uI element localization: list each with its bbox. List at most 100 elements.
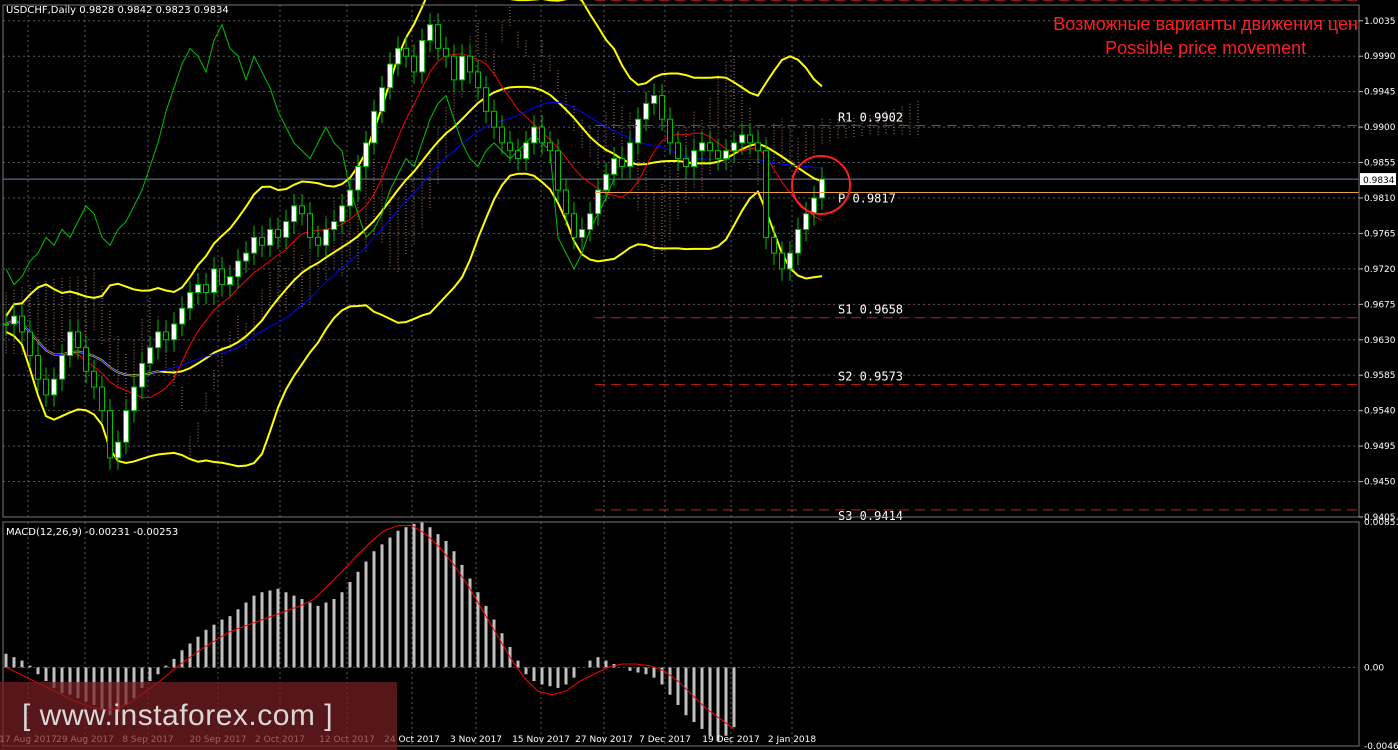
candle-body <box>251 236 257 254</box>
candle-body <box>787 252 793 270</box>
candle-body <box>475 71 481 89</box>
candle-body <box>99 386 105 412</box>
candle-body <box>819 178 825 199</box>
candle-body <box>811 197 817 215</box>
candle-body <box>331 221 337 230</box>
x-tick-label: 3 Nov 2017 <box>450 735 502 745</box>
candle-body <box>531 126 537 144</box>
candle-body <box>203 284 209 294</box>
annotation-line-en: Possible price movement <box>1105 38 1307 58</box>
candle-body <box>259 236 265 246</box>
candle-body <box>659 95 665 120</box>
candle-body <box>411 55 417 73</box>
candle-body <box>571 213 577 238</box>
pivot-label: S3 0.9414 <box>838 509 903 523</box>
candle-body <box>107 410 113 459</box>
candle-body <box>795 228 801 254</box>
y-tick-label: 0.9765 <box>1364 229 1396 239</box>
candle-body <box>219 268 225 286</box>
candle-body <box>459 55 465 81</box>
candle-body <box>75 331 81 349</box>
candle-body <box>699 142 705 152</box>
candle-body <box>555 150 561 191</box>
candle-body <box>707 142 713 152</box>
chart-header: USDCHF,Daily 0.9828 0.9842 0.9823 0.9834 <box>6 5 229 16</box>
candle-body <box>19 315 25 333</box>
y-tick-label: 0.9540 <box>1364 407 1396 417</box>
candle-body <box>683 158 689 167</box>
x-tick-label: 15 Nov 2017 <box>512 735 570 745</box>
candle-body <box>3 323 9 326</box>
candle-body <box>51 378 57 396</box>
candle-body <box>267 228 273 246</box>
candle-body <box>651 95 657 104</box>
price-frame <box>2 4 1360 518</box>
candle-body <box>315 236 321 246</box>
y-tick-label: 0.9675 <box>1364 300 1396 310</box>
current-price-label: 0.9834 <box>1363 176 1395 186</box>
candle-body <box>467 55 473 73</box>
y-tick-label: 0.9630 <box>1364 336 1396 346</box>
candle-body <box>363 142 369 167</box>
candle-body <box>323 228 329 246</box>
candle-body <box>339 205 345 223</box>
candle-body <box>43 378 49 396</box>
macd-tick-label: 0.00851 <box>1364 518 1398 528</box>
candle-body <box>747 134 753 144</box>
candle-body <box>779 252 785 270</box>
candle-body <box>371 110 377 144</box>
x-tick-label: 2 Jan 2018 <box>768 735 816 745</box>
candle-body <box>579 228 585 238</box>
candle-body <box>603 173 609 191</box>
watermark: [ www.instaforex.com ] <box>0 682 397 750</box>
y-tick-label: 0.9900 <box>1364 123 1396 133</box>
candle-body <box>619 158 625 167</box>
chart-canvas[interactable]: R2 1.0061R1 0.9902P 0.9817S1 0.9658S2 0.… <box>0 0 1398 750</box>
candle-body <box>771 236 777 254</box>
candle-body <box>483 87 489 112</box>
candle-body <box>435 24 441 49</box>
candle-body <box>283 221 289 238</box>
x-tick-label: 7 Dec 2017 <box>639 735 691 745</box>
candle-body <box>227 276 233 286</box>
candle-body <box>91 370 97 388</box>
y-tick-label: 0.9585 <box>1364 371 1396 381</box>
candle-body <box>611 158 617 175</box>
y-tick-label: 0.9720 <box>1364 265 1396 275</box>
candle-body <box>187 292 193 309</box>
candle-body <box>59 355 65 380</box>
macd-tick-label: 0.00 <box>1364 663 1384 673</box>
candle-body <box>627 142 633 167</box>
candle-body <box>451 55 457 81</box>
x-tick-label: 19 Dec 2017 <box>702 735 760 745</box>
candle-body <box>195 284 201 294</box>
pivot-label: S1 0.9658 <box>838 303 903 317</box>
pivot-label: R1 0.9902 <box>838 111 903 125</box>
candle-body <box>803 213 809 230</box>
y-tick-label: 0.9855 <box>1364 159 1396 169</box>
candle-body <box>155 331 161 349</box>
candle-body <box>131 386 137 412</box>
candle-body <box>635 118 641 144</box>
candle-body <box>667 118 673 144</box>
candle-body <box>179 307 185 325</box>
candle-body <box>507 142 513 152</box>
annotation-line-ru: Возможные варианты движения цен <box>1053 14 1358 34</box>
candle-body <box>379 87 385 112</box>
y-tick-label: 0.9990 <box>1364 52 1396 62</box>
candle-body <box>139 362 145 388</box>
pivot-label: S2 0.9573 <box>838 370 903 384</box>
candle-body <box>291 205 297 223</box>
candle-body <box>587 213 593 230</box>
y-tick-label: 1.0035 <box>1364 17 1396 27</box>
candle-body <box>27 331 33 357</box>
candle-body <box>731 142 737 152</box>
candle-body <box>715 150 721 160</box>
annotation-note: Возможные варианты движения цен Possible… <box>1053 12 1358 60</box>
y-tick-label: 0.9945 <box>1364 88 1396 98</box>
candle-body <box>675 142 681 160</box>
y-tick-label: 0.9810 <box>1364 194 1396 204</box>
candle-body <box>115 441 121 459</box>
candle-body <box>123 410 129 443</box>
candle-body <box>163 331 169 341</box>
